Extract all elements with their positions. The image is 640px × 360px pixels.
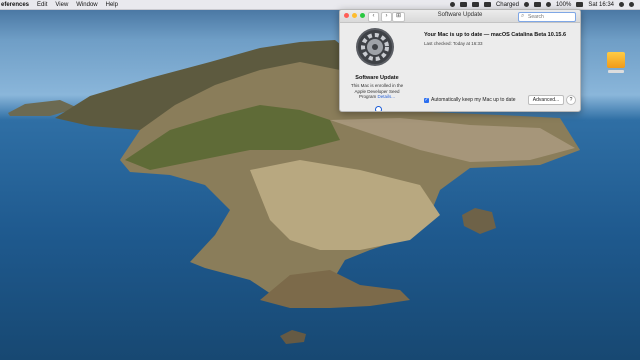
external-drive-icon[interactable] [606, 52, 626, 76]
auto-update-label[interactable]: Automatically keep my Mac up to date [431, 97, 516, 103]
spotlight-icon[interactable] [619, 2, 624, 7]
software-update-window: ‹ › ⊞ Software Update ⌕ Software Update … [339, 9, 581, 112]
battery-level-icon[interactable] [576, 2, 584, 7]
menu-window[interactable]: Window [76, 2, 97, 8]
menu-view[interactable]: View [55, 2, 68, 8]
sidebar-title: Software Update [355, 75, 399, 81]
siri-icon[interactable] [629, 2, 634, 7]
sidebar: Software Update This Mac is enrolled in … [340, 23, 414, 111]
wifi-icon[interactable] [545, 2, 551, 7]
help-button[interactable]: ? [566, 95, 576, 105]
auto-update-checkbox[interactable]: ✓ [424, 97, 429, 103]
update-panel: Your Mac is up to date — macOS Catalina … [424, 23, 576, 111]
last-checked: Last checked: Today at 16:33 [424, 41, 483, 46]
search-field[interactable]: ⌕ [518, 12, 576, 22]
battery-icon[interactable] [483, 2, 491, 7]
auto-update-row[interactable]: ✓ Automatically keep my Mac up to date [424, 97, 516, 103]
details-link[interactable]: Details... [378, 94, 396, 99]
pointer-cursor [375, 106, 382, 111]
search-input[interactable] [528, 13, 572, 21]
menu-edit[interactable]: Edit [37, 2, 47, 8]
gear-icon [356, 28, 394, 66]
update-status: Your Mac is up to date — macOS Catalina … [424, 32, 567, 38]
menu-app-name[interactable]: eferences [1, 2, 29, 8]
enrolled-text: This Mac is enrolled in the Apple Develo… [346, 83, 408, 100]
battery-percent[interactable]: 100% [556, 2, 571, 8]
window-titlebar: ‹ › ⊞ Software Update ⌕ [340, 10, 580, 23]
menu-extra-icon[interactable] [459, 2, 467, 7]
clock[interactable]: Sat 16:34 [588, 2, 614, 8]
menu-extra-icon[interactable] [471, 2, 479, 7]
status-icon[interactable] [449, 2, 455, 7]
display-icon[interactable] [533, 2, 541, 7]
battery-status[interactable]: Charged [496, 2, 519, 8]
search-icon: ⌕ [521, 13, 525, 19]
bluetooth-icon[interactable] [523, 2, 529, 7]
menu-help[interactable]: Help [106, 2, 118, 8]
advanced-button[interactable]: Advanced... [528, 95, 564, 105]
